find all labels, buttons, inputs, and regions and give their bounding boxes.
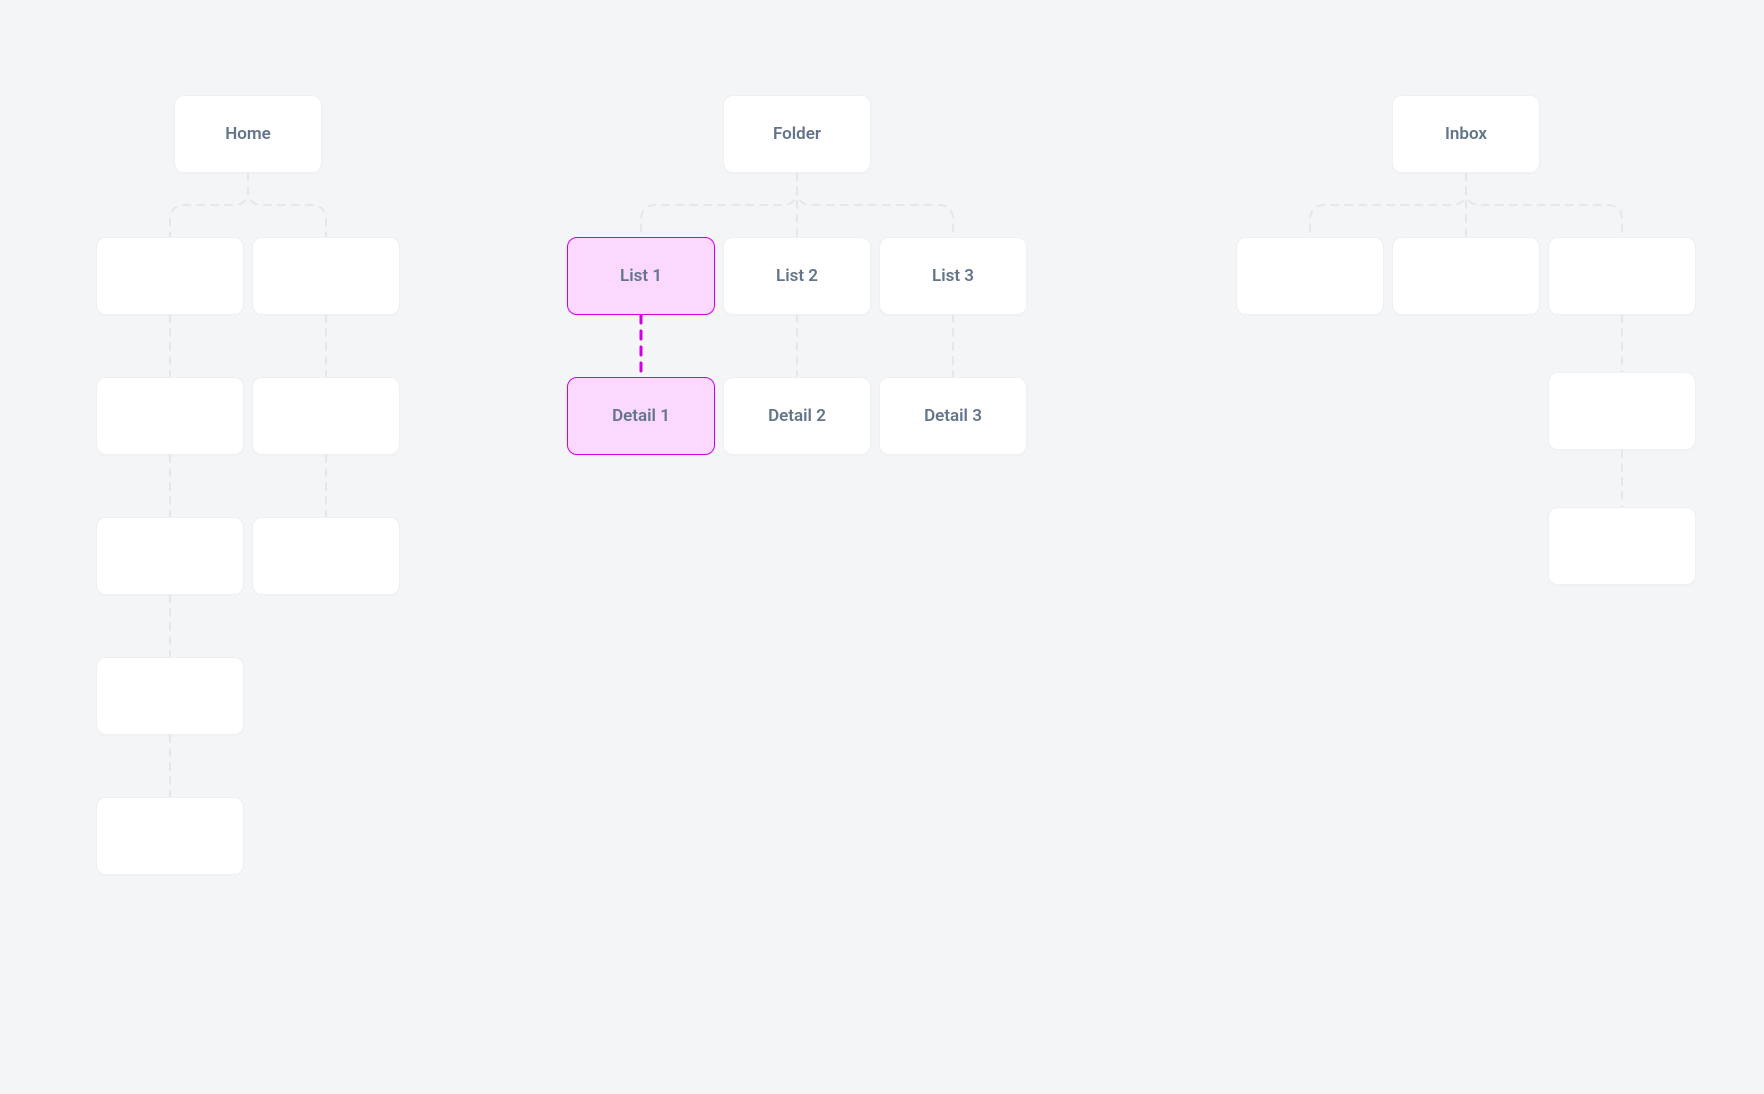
node-inbox-a3 [1548, 237, 1696, 315]
node-detail3: Detail 3 [879, 377, 1027, 455]
node-home-a2 [252, 237, 400, 315]
node-inbox-c [1548, 507, 1696, 585]
node-home-b1 [96, 377, 244, 455]
node-inbox: Inbox [1392, 95, 1540, 173]
node-home: Home [174, 95, 322, 173]
node-home-e1 [96, 797, 244, 875]
node-inbox-a2 [1392, 237, 1540, 315]
node-home-a1 [96, 237, 244, 315]
node-home-c1 [96, 517, 244, 595]
node-list1: List 1 [567, 237, 715, 315]
node-list2: List 2 [723, 237, 871, 315]
node-home-c2 [252, 517, 400, 595]
node-detail1: Detail 1 [567, 377, 715, 455]
node-inbox-a1 [1236, 237, 1384, 315]
node-home-d1 [96, 657, 244, 735]
node-home-b2 [252, 377, 400, 455]
node-folder: Folder [723, 95, 871, 173]
node-inbox-b [1548, 372, 1696, 450]
node-list3: List 3 [879, 237, 1027, 315]
node-detail2: Detail 2 [723, 377, 871, 455]
diagram-canvas: Home Folder List 1 List 2 List 3 Detail … [0, 0, 1764, 1094]
